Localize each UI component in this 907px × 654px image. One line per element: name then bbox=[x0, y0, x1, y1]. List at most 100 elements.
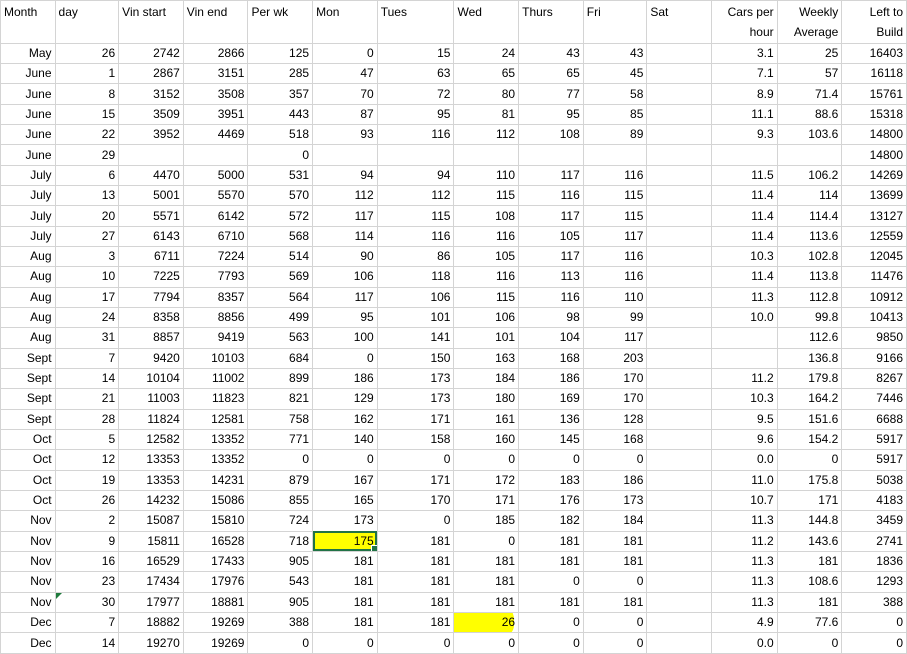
cell-vin-start[interactable]: 6711 bbox=[118, 245, 184, 268]
cell-wed[interactable]: 185 bbox=[453, 510, 520, 532]
cell-month[interactable]: July bbox=[0, 205, 56, 227]
cell-vin-end[interactable]: 5570 bbox=[182, 185, 249, 207]
cell-tues[interactable]: 15 bbox=[376, 42, 455, 65]
cell-left-to-build[interactable]: 6688 bbox=[841, 408, 907, 430]
cell-thurs[interactable]: 65 bbox=[518, 63, 584, 85]
cell-per-wk[interactable]: 543 bbox=[247, 571, 314, 593]
cell-vin-start[interactable]: 12582 bbox=[118, 428, 184, 451]
cell-left-to-build[interactable]: 7446 bbox=[841, 388, 907, 410]
cell-sat[interactable] bbox=[646, 266, 713, 288]
cell-per-wk[interactable]: 564 bbox=[247, 286, 314, 308]
cell-weekly-average[interactable]: 136.8 bbox=[776, 347, 843, 369]
cell-day[interactable]: 31 bbox=[54, 327, 120, 349]
cell-weekly-average[interactable]: 113.8 bbox=[776, 266, 843, 288]
cell-weekly-average[interactable]: 164.2 bbox=[776, 388, 843, 410]
cell-cars-per-hour[interactable]: 9.5 bbox=[711, 408, 778, 430]
cell-mon[interactable] bbox=[312, 144, 378, 166]
cell-left-to-build[interactable]: 388 bbox=[841, 591, 907, 613]
header-cell-day[interactable]: day bbox=[54, 0, 120, 44]
cell-sat[interactable] bbox=[646, 205, 713, 227]
cell-sat[interactable] bbox=[646, 530, 713, 552]
cell-fri[interactable]: 168 bbox=[582, 428, 648, 451]
cell-day[interactable]: 20 bbox=[54, 205, 120, 227]
cell-thurs[interactable]: 181 bbox=[518, 591, 584, 613]
cell-vin-end[interactable]: 2866 bbox=[182, 42, 249, 65]
cell-vin-end[interactable]: 6142 bbox=[182, 205, 249, 227]
cell-wed[interactable]: 172 bbox=[453, 469, 520, 491]
cell-wed[interactable]: 101 bbox=[453, 327, 520, 349]
cell-thurs[interactable]: 0 bbox=[518, 571, 584, 593]
cell-tues[interactable]: 118 bbox=[376, 266, 455, 288]
cell-day[interactable]: 15 bbox=[54, 103, 120, 126]
cell-sat[interactable] bbox=[646, 428, 713, 451]
cell-month[interactable]: Aug bbox=[0, 286, 56, 308]
cell-mon[interactable]: 140 bbox=[312, 428, 378, 451]
cell-wed[interactable]: 65 bbox=[453, 63, 520, 85]
cell-wed[interactable]: 24 bbox=[453, 42, 520, 65]
cell-weekly-average[interactable]: 144.8 bbox=[776, 510, 843, 532]
cell-vin-end[interactable]: 16528 bbox=[182, 530, 249, 552]
cell-tues[interactable]: 116 bbox=[376, 225, 455, 248]
cell-mon[interactable]: 94 bbox=[312, 164, 378, 187]
cell-thurs[interactable]: 169 bbox=[518, 388, 584, 410]
cell-wed[interactable]: 161 bbox=[453, 408, 520, 430]
cell-per-wk[interactable]: 855 bbox=[247, 489, 314, 512]
cell-weekly-average[interactable]: 181 bbox=[776, 591, 843, 613]
cell-per-wk[interactable]: 443 bbox=[247, 103, 314, 126]
cell-left-to-build[interactable]: 16403 bbox=[841, 42, 907, 65]
cell-fri[interactable]: 128 bbox=[582, 408, 648, 430]
cell-fri[interactable]: 117 bbox=[582, 327, 648, 349]
cell-month[interactable]: June bbox=[0, 83, 56, 105]
cell-left-to-build[interactable]: 5917 bbox=[841, 449, 907, 471]
cell-mon[interactable]: 106 bbox=[312, 266, 378, 288]
cell-cars-per-hour[interactable]: 11.3 bbox=[711, 286, 778, 308]
cell-fri[interactable]: 116 bbox=[582, 266, 648, 288]
cell-mon[interactable]: 165 bbox=[312, 489, 378, 512]
cell-cars-per-hour[interactable]: 8.9 bbox=[711, 83, 778, 105]
cell-month[interactable]: Oct bbox=[0, 449, 56, 471]
cell-vin-start[interactable]: 18882 bbox=[118, 611, 184, 634]
cell-per-wk[interactable]: 518 bbox=[247, 124, 314, 146]
cell-vin-end[interactable]: 6710 bbox=[182, 225, 249, 248]
cell-vin-start[interactable]: 13353 bbox=[118, 469, 184, 491]
cell-cars-per-hour[interactable]: 11.0 bbox=[711, 469, 778, 491]
cell-fri[interactable]: 181 bbox=[582, 530, 648, 552]
cell-tues[interactable]: 112 bbox=[376, 185, 455, 207]
cell-vin-end[interactable]: 11823 bbox=[182, 388, 249, 410]
cell-day-with-error-indicator[interactable]: 30 bbox=[54, 591, 120, 613]
cell-mon[interactable]: 87 bbox=[312, 103, 378, 126]
header-cell-weekly-average[interactable]: Weekly Average bbox=[776, 0, 843, 44]
cell-vin-end[interactable]: 19269 bbox=[182, 611, 249, 634]
cell-cars-per-hour[interactable]: 11.5 bbox=[711, 164, 778, 187]
cell-mon[interactable]: 117 bbox=[312, 286, 378, 308]
cell-sat[interactable] bbox=[646, 306, 713, 329]
cell-mon[interactable]: 181 bbox=[312, 550, 378, 573]
cell-vin-start[interactable]: 4470 bbox=[118, 164, 184, 187]
cell-weekly-average[interactable]: 151.6 bbox=[776, 408, 843, 430]
cell-left-to-build[interactable]: 13699 bbox=[841, 185, 907, 207]
cell-per-wk[interactable]: 125 bbox=[247, 42, 314, 65]
cell-mon[interactable]: 186 bbox=[312, 367, 378, 390]
cell-per-wk[interactable]: 684 bbox=[247, 347, 314, 369]
cell-wed[interactable]: 0 bbox=[453, 449, 520, 471]
cell-per-wk[interactable]: 771 bbox=[247, 428, 314, 451]
selected-cell[interactable]: 175 bbox=[312, 530, 378, 552]
cell-day[interactable]: 17 bbox=[54, 286, 120, 308]
cell-day[interactable]: 2 bbox=[54, 510, 120, 532]
cell-cars-per-hour[interactable]: 3.1 bbox=[711, 42, 778, 65]
cell-sat[interactable] bbox=[646, 42, 713, 65]
cell-day[interactable]: 3 bbox=[54, 245, 120, 268]
cell-thurs[interactable]: 98 bbox=[518, 306, 584, 329]
cell-month[interactable]: Aug bbox=[0, 306, 56, 329]
cell-left-to-build[interactable]: 15761 bbox=[841, 83, 907, 105]
cell-left-to-build[interactable]: 9850 bbox=[841, 327, 907, 349]
cell-sat[interactable] bbox=[646, 164, 713, 187]
cell-per-wk[interactable]: 821 bbox=[247, 388, 314, 410]
cell-left-to-build[interactable]: 2741 bbox=[841, 530, 907, 552]
cell-tues[interactable]: 181 bbox=[376, 591, 455, 613]
cell-vin-end[interactable]: 3508 bbox=[182, 83, 249, 105]
cell-fri[interactable]: 116 bbox=[582, 245, 648, 268]
cell-cars-per-hour[interactable]: 11.4 bbox=[711, 185, 778, 207]
cell-left-to-build[interactable]: 12559 bbox=[841, 225, 907, 248]
cell-weekly-average[interactable]: 112.8 bbox=[776, 286, 843, 308]
